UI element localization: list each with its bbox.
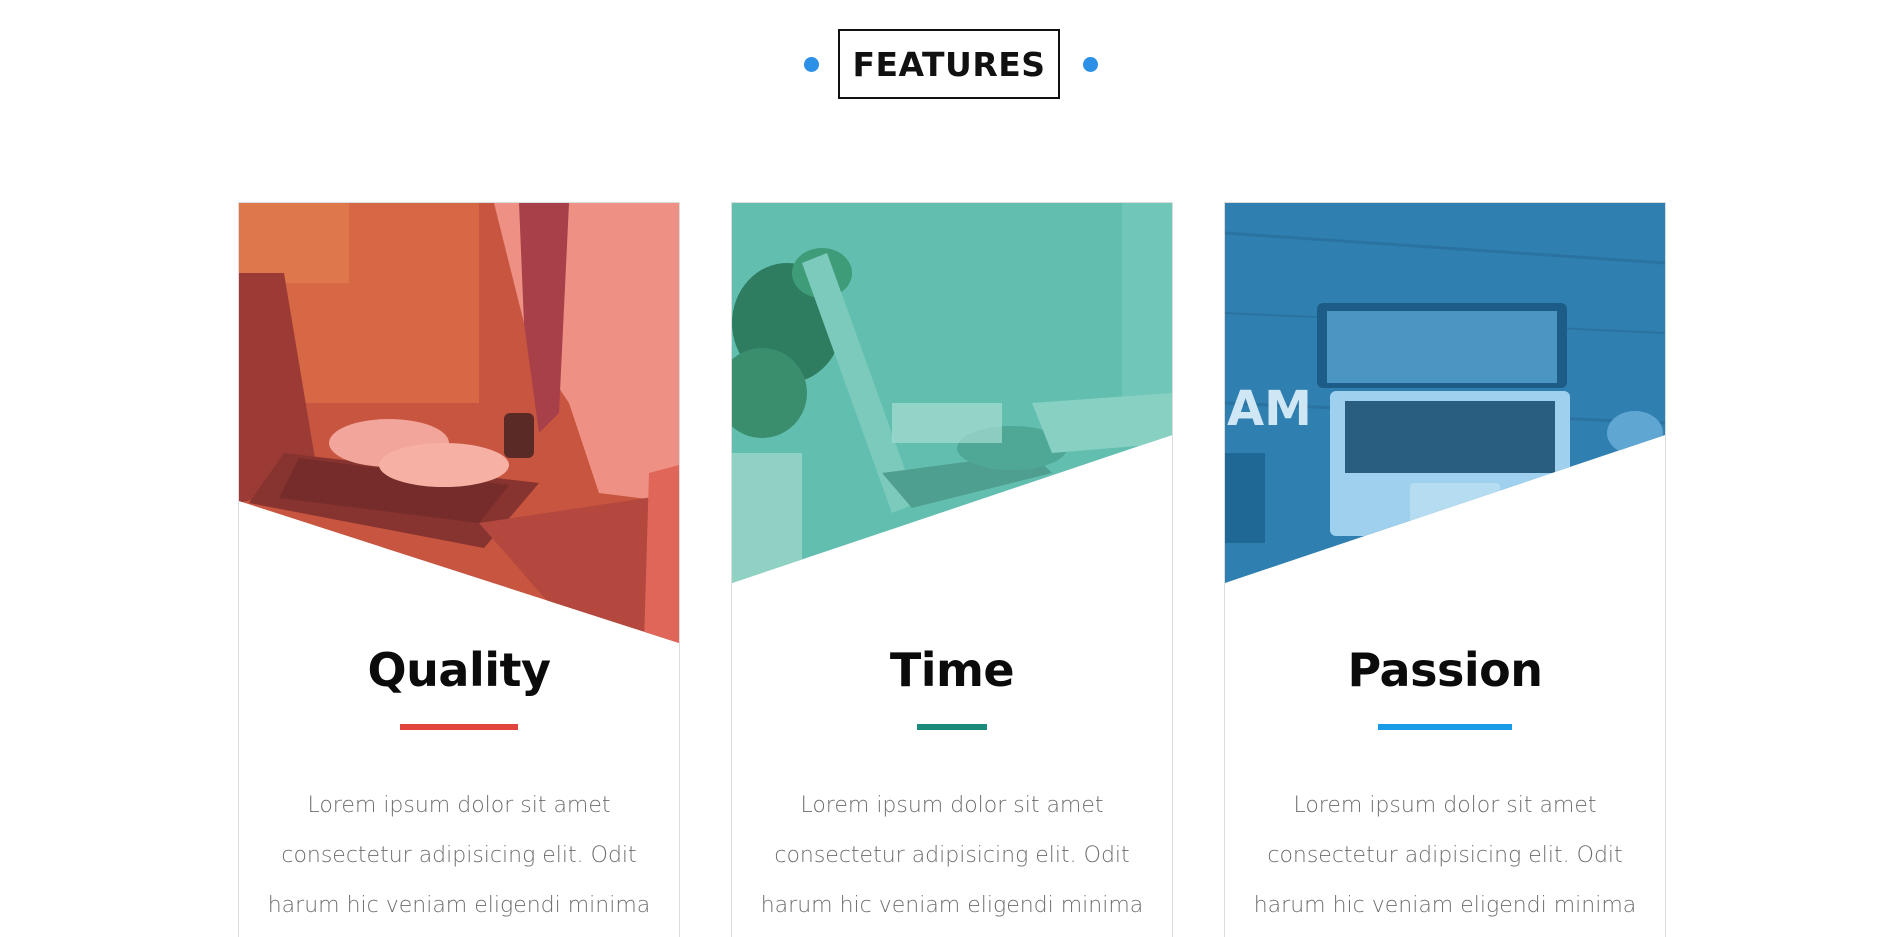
card-description-line: Lorem ipsum dolor sit amet: [800, 793, 1104, 818]
card-title: Time: [889, 643, 1015, 697]
section-header: FEATURES: [0, 29, 1897, 101]
svg-text:AM: AM: [1227, 381, 1312, 437]
card-description-line: harum hic veniam eligendi minima: [267, 893, 651, 918]
feature-card-passion: AM Passion Lorem ipsum dolor sit amet co…: [1224, 202, 1666, 937]
card-description: Lorem ipsum dolor sit amet consectetur a…: [1245, 781, 1645, 931]
card-title-underline: [917, 724, 987, 730]
section-title: FEATURES: [838, 29, 1060, 99]
feature-card-time: Time Lorem ipsum dolor sit amet consecte…: [731, 202, 1173, 937]
card-title: Passion: [1347, 643, 1543, 697]
card-description: Lorem ipsum dolor sit amet consectetur a…: [752, 781, 1152, 931]
card-title-underline: [1378, 724, 1512, 730]
card-image-laptop-desk: AM: [1225, 203, 1665, 648]
card-description-line: consectetur adipisicing elit. Odit: [774, 843, 1130, 868]
card-description-line: Lorem ipsum dolor sit amet: [1293, 793, 1597, 818]
card-description-line: consectetur adipisicing elit. Odit: [1267, 843, 1623, 868]
card-image-laptop-plant: [732, 203, 1172, 648]
card-description-line: harum hic veniam eligendi minima: [760, 893, 1144, 918]
card-image-typing-laptop: [239, 203, 679, 648]
card-description-line: harum hic veniam eligendi minima: [1253, 893, 1637, 918]
feature-card-quality: Quality Lorem ipsum dolor sit amet conse…: [238, 202, 680, 937]
features-section: FEATURES Quality Lorem ipsum dolor sit a…: [0, 0, 1897, 937]
decorative-dot-right: [1083, 57, 1098, 72]
decorative-dot-left: [804, 57, 819, 72]
card-description-line: consectetur adipisicing elit. Odit: [281, 843, 637, 868]
card-title-underline: [400, 724, 518, 730]
card-description-line: Lorem ipsum dolor sit amet: [307, 793, 611, 818]
card-title: Quality: [367, 643, 551, 697]
card-description: Lorem ipsum dolor sit amet consectetur a…: [259, 781, 659, 931]
